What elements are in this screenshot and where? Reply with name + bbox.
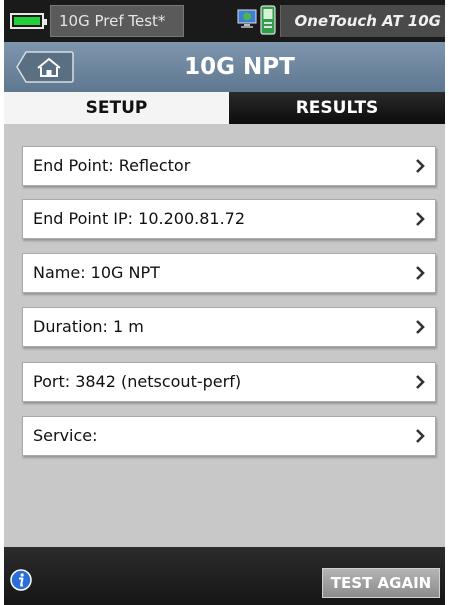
chevron-right-icon bbox=[416, 212, 425, 226]
setting-end-point[interactable]: End Point: Reflector bbox=[22, 146, 436, 186]
test-again-button[interactable]: TEST AGAIN bbox=[322, 568, 440, 598]
title-bar: 10G NPT bbox=[4, 42, 445, 92]
test-file-name[interactable]: 10G Pref Test* bbox=[50, 5, 184, 37]
battery-full-icon bbox=[10, 13, 47, 29]
tab-setup[interactable]: SETUP bbox=[4, 92, 229, 124]
info-icon[interactable] bbox=[10, 569, 32, 591]
setting-label: End Point IP: 10.200.81.72 bbox=[33, 209, 246, 228]
setting-label: End Point: Reflector bbox=[33, 156, 191, 175]
settings-list: End Point: Reflector End Point IP: 10.20… bbox=[4, 124, 445, 547]
status-bar: 10G Pref Test* OneTouch AT 10G bbox=[4, 0, 445, 42]
chevron-right-icon bbox=[416, 375, 425, 389]
bottom-bar: TEST AGAIN bbox=[4, 547, 445, 605]
setting-label: Name: 10G NPT bbox=[33, 263, 160, 282]
device-screen: 10G Pref Test* OneTouch AT 10G 10G NPT S… bbox=[4, 0, 445, 605]
chevron-right-icon bbox=[416, 159, 425, 173]
product-name: OneTouch AT 10G bbox=[280, 5, 445, 37]
setting-label: Service: bbox=[33, 426, 98, 445]
chevron-right-icon bbox=[416, 320, 425, 334]
setting-name[interactable]: Name: 10G NPT bbox=[22, 253, 436, 293]
tab-results[interactable]: RESULTS bbox=[229, 92, 445, 124]
tab-bar: SETUP RESULTS bbox=[4, 92, 445, 124]
handheld-device-icon[interactable] bbox=[260, 5, 276, 35]
setting-service[interactable]: Service: bbox=[22, 416, 436, 456]
network-monitor-icon[interactable] bbox=[236, 7, 260, 31]
setting-port[interactable]: Port: 3842 (netscout-perf) bbox=[22, 362, 436, 402]
chevron-right-icon bbox=[416, 429, 425, 443]
chevron-right-icon bbox=[416, 266, 425, 280]
setting-end-point-ip[interactable]: End Point IP: 10.200.81.72 bbox=[22, 199, 436, 239]
setting-label: Port: 3842 (netscout-perf) bbox=[33, 372, 242, 391]
setting-label: Duration: 1 m bbox=[33, 317, 144, 336]
home-icon[interactable] bbox=[16, 51, 74, 83]
setting-duration[interactable]: Duration: 1 m bbox=[22, 307, 436, 347]
